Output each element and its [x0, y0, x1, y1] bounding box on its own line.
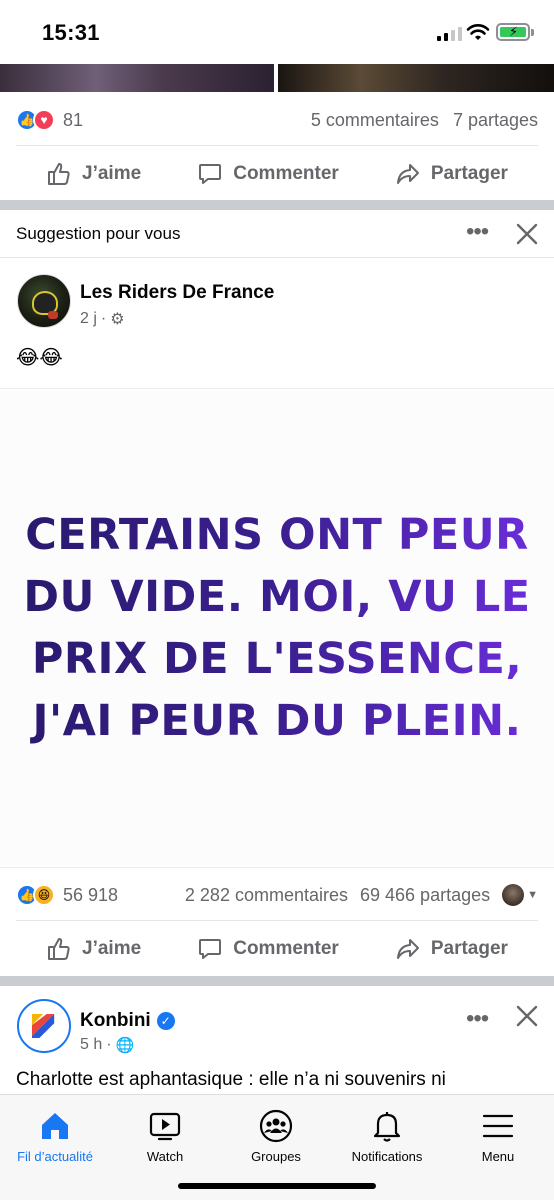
previous-post-actions: J’aime Commenter Partager [0, 146, 554, 202]
previous-post-reactions: 👍 ♥ 81 5 commentaires 7 partages [16, 105, 538, 135]
shares-count[interactable]: 69 466 partages [360, 885, 490, 906]
tab-groups[interactable]: Groupes [221, 1109, 331, 1164]
post-meta: 2 j · ⚙ [80, 309, 125, 329]
like-button[interactable]: J’aime [46, 936, 141, 962]
post-meta: 5 h · 🌐 [80, 1036, 134, 1054]
meme-line: DU VIDE. MOI, VU LE [23, 572, 531, 622]
previous-post-images[interactable] [0, 64, 554, 92]
comment-label: Commenter [233, 163, 339, 184]
comment-button[interactable]: Commenter [197, 936, 339, 962]
share-label: Partager [430, 938, 508, 959]
share-label: Partager [430, 163, 508, 184]
comment-label: Commenter [233, 938, 339, 959]
tab-notifications[interactable]: Notifications [332, 1109, 442, 1164]
post-separator [0, 200, 554, 210]
thumbs-up-icon [48, 163, 70, 185]
author-avatar[interactable] [17, 999, 71, 1053]
meta-separator: · [100, 310, 107, 327]
post-separator [0, 976, 554, 986]
share-button[interactable]: Partager [395, 936, 508, 962]
tab-watch[interactable]: Watch [110, 1109, 220, 1164]
more-options-button[interactable]: ••• [466, 220, 489, 244]
battery-cap [531, 29, 534, 36]
tab-label: Notifications [351, 1149, 423, 1164]
tab-label: Fil d’actualité [17, 1149, 93, 1164]
battery-icon: ⚡ [496, 23, 530, 41]
like-button[interactable]: J’aime [46, 161, 141, 187]
author-avatar[interactable] [17, 274, 71, 328]
video-icon [149, 1112, 181, 1141]
author-name[interactable]: Les Riders De France [80, 282, 274, 304]
post-image[interactable]: CERTAINS ONT PEUR DU VIDE. MOI, VU LE PR… [0, 388, 554, 868]
close-icon[interactable] [515, 222, 539, 246]
like-label: J’aime [82, 938, 142, 959]
comments-count[interactable]: 5 commentaires [311, 110, 439, 131]
haha-reaction-icon: 😆 [33, 884, 55, 906]
reaction-icons[interactable]: 👍 😆 [16, 884, 55, 906]
close-icon[interactable] [515, 1004, 539, 1028]
home-icon [42, 1113, 68, 1139]
post-time[interactable]: 2 j [80, 310, 97, 328]
comments-count[interactable]: 2 282 commentaires [185, 885, 348, 906]
thumbs-up-icon [48, 938, 70, 960]
post-text: 😂😂 [16, 347, 63, 369]
wifi-icon [466, 24, 490, 40]
gear-icon: ⚙ [110, 311, 125, 328]
avatar-detail [48, 311, 58, 319]
post-reactions: 👍 😆 56 918 2 282 commentaires 69 466 par… [16, 880, 538, 910]
meme-text: CERTAINS ONT PEUR DU VIDE. MOI, VU LE PR… [23, 504, 530, 752]
meme-line: PRIX DE L'ESSENCE, [31, 634, 523, 684]
comment-icon [199, 164, 222, 184]
reaction-count[interactable]: 56 918 [63, 885, 118, 906]
home-indicator [178, 1183, 376, 1189]
share-button[interactable]: Partager [395, 161, 508, 187]
bell-icon [373, 1112, 401, 1142]
more-options-button[interactable]: ••• [466, 1007, 489, 1031]
post-time[interactable]: 5 h [80, 1036, 102, 1054]
reaction-icons[interactable]: 👍 ♥ [16, 109, 55, 131]
tab-label: Watch [146, 1149, 184, 1164]
meme-line: CERTAINS ONT PEUR [25, 510, 529, 560]
comment-icon [199, 939, 222, 959]
status-time: 15:31 [42, 20, 100, 45]
post-actions: J’aime Commenter Partager [0, 921, 554, 977]
globe-icon: 🌐 [115, 1037, 135, 1054]
like-label: J’aime [82, 163, 142, 184]
suggestion-header: Suggestion pour vous ••• [0, 210, 554, 258]
love-reaction-icon: ♥ [33, 109, 55, 131]
audience-selector[interactable]: ▼ [502, 884, 538, 906]
chevron-down-icon: ▼ [527, 889, 538, 901]
cellular-signal-icon [437, 26, 462, 41]
tab-menu[interactable]: Menu [443, 1109, 553, 1164]
reaction-count[interactable]: 81 [63, 110, 83, 131]
tab-label: Groupes [251, 1149, 301, 1164]
tab-label: Menu [481, 1149, 515, 1164]
konbini-logo-icon [31, 1013, 55, 1039]
profile-avatar-icon [502, 884, 525, 906]
tab-home[interactable]: Fil d’actualité [0, 1109, 110, 1164]
suggestion-label: Suggestion pour vous [16, 224, 181, 243]
hamburger-menu-icon [482, 1114, 514, 1138]
author-name[interactable]: Konbini [80, 1010, 151, 1032]
verified-badge-icon: ✓ [156, 1012, 175, 1030]
post-image[interactable] [278, 64, 554, 92]
status-bar: 15:31 ⚡ [0, 0, 554, 64]
post-text[interactable]: Charlotte est aphantasique : elle n’a ni… [16, 1069, 446, 1091]
post-image[interactable] [0, 64, 274, 92]
share-arrow-icon [396, 164, 419, 184]
meme-line: J'AI PEUR DU PLEIN. [32, 696, 522, 746]
groups-icon [259, 1109, 293, 1143]
share-arrow-icon [396, 939, 419, 959]
meta-separator: · [106, 1036, 112, 1053]
shares-count[interactable]: 7 partages [453, 110, 538, 131]
comment-button[interactable]: Commenter [197, 161, 339, 187]
author-name-row: Konbini ✓ [80, 1010, 175, 1032]
